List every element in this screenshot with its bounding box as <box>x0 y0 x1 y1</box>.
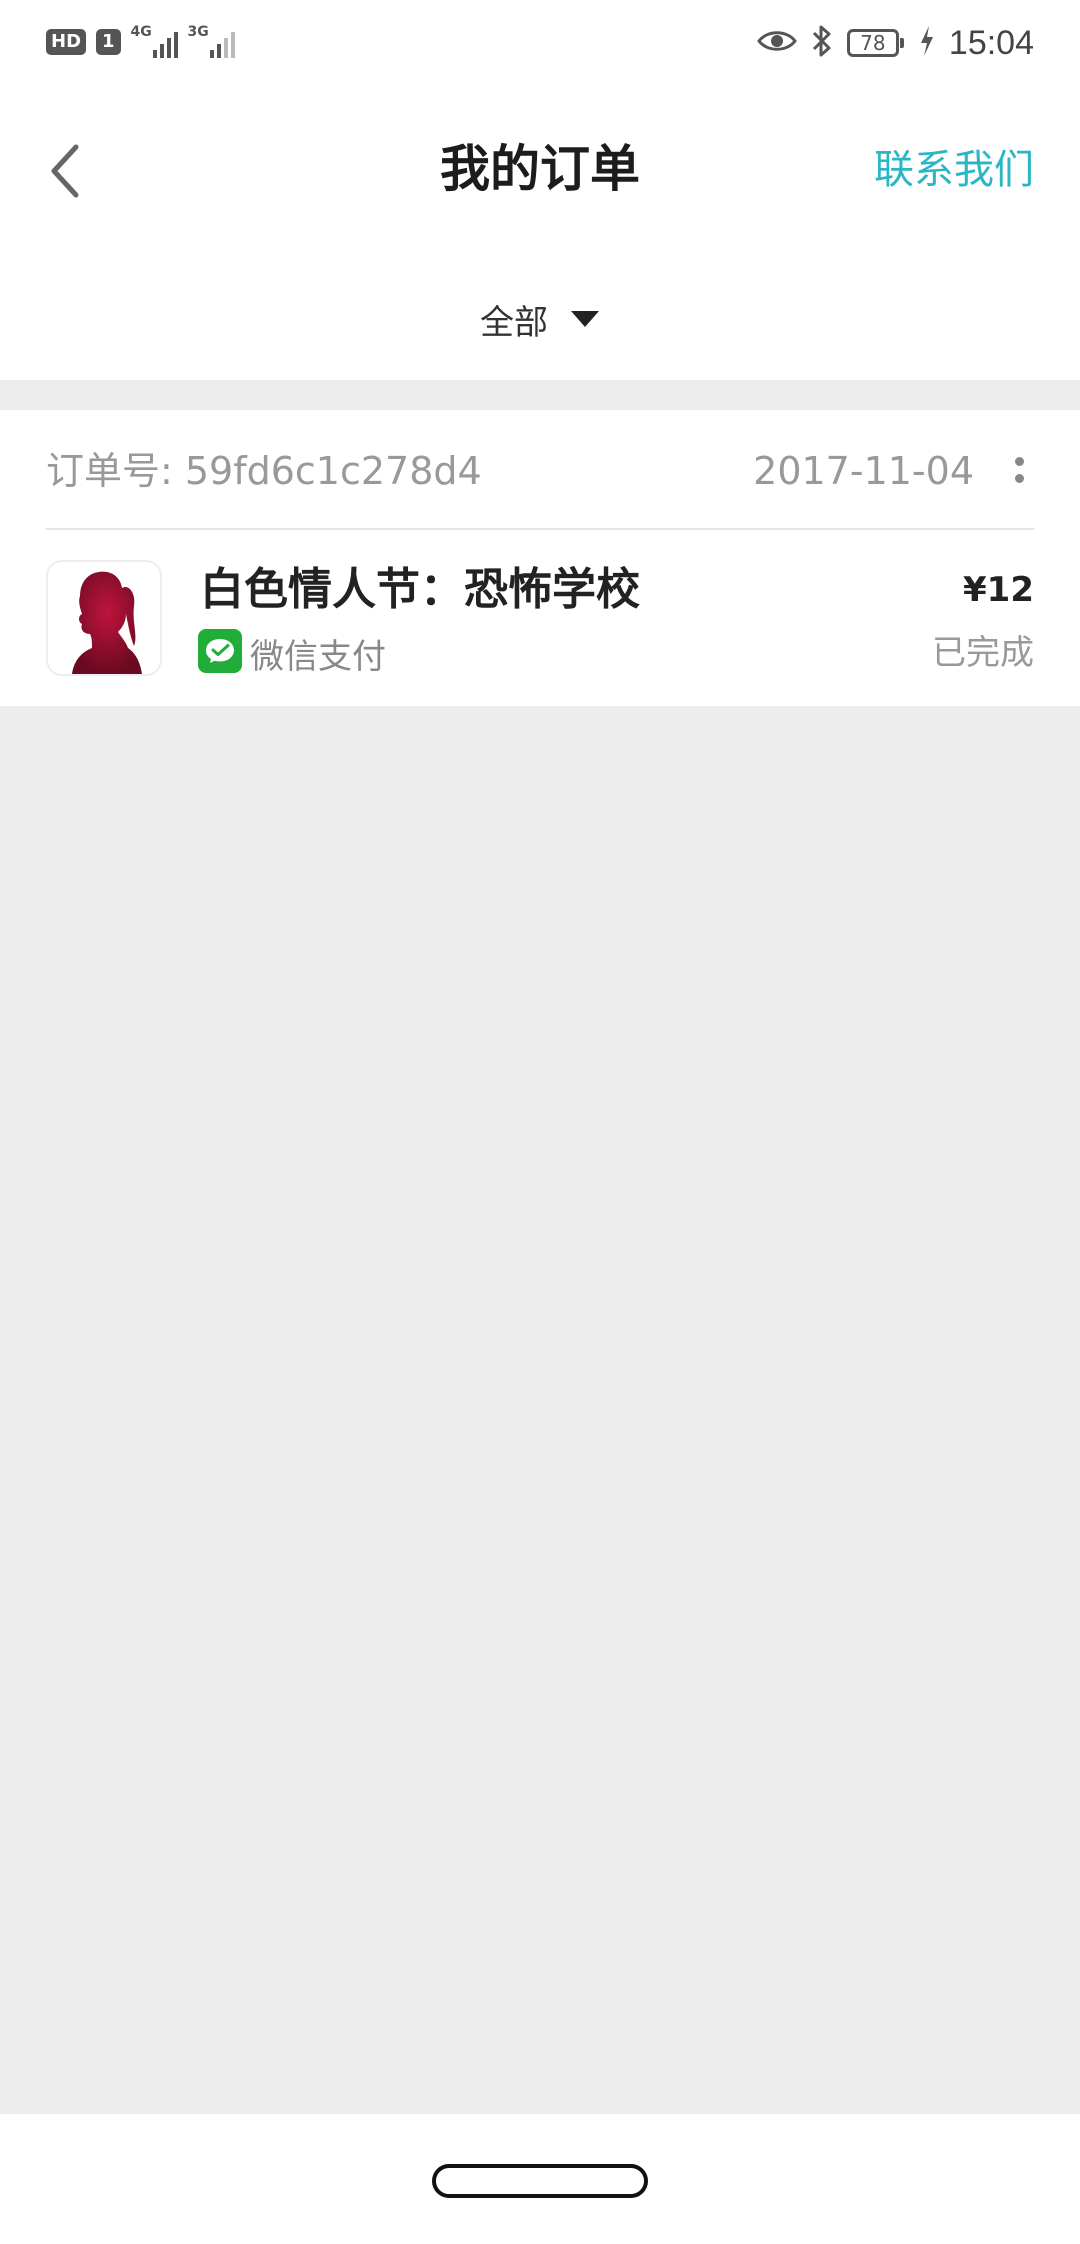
chevron-left-icon <box>51 144 79 198</box>
order-status: 已完成 <box>932 633 1034 673</box>
more-dot <box>1014 474 1024 483</box>
signal-bars-icon <box>152 28 178 58</box>
bluetooth-icon <box>811 24 833 62</box>
order-price: ¥12 <box>963 570 1034 610</box>
signal-3g: 3G <box>187 24 235 58</box>
caret-down-icon <box>571 311 599 327</box>
battery-icon: 78 <box>846 29 904 57</box>
gesture-navigation-bar <box>0 2114 1080 2244</box>
more-options-button[interactable] <box>1004 448 1034 492</box>
payment-method: 微信支付 <box>198 629 386 677</box>
filter-bar: 全部 <box>0 254 1080 380</box>
contact-us-link[interactable]: 联系我们 <box>874 142 1034 198</box>
girl-silhouette-icon <box>46 560 162 676</box>
wechat-pay-icon <box>198 629 242 677</box>
status-right: 78 15:04 <box>757 20 1034 66</box>
back-button[interactable] <box>40 136 90 206</box>
network-type-label: 4G <box>130 24 152 40</box>
home-indicator[interactable] <box>432 2164 648 2198</box>
product-name: 白色情人节：恐怖学校 <box>200 564 640 615</box>
signal-4g: 4G <box>130 24 178 58</box>
order-card[interactable]: 订单号: 59fd6c1c278d4 2017-11-04 白色情人节：恐怖学校 <box>0 410 1080 706</box>
order-date: 2017-11-04 <box>753 449 974 493</box>
network-type-label: 3G <box>187 24 209 40</box>
status-time: 15:04 <box>948 23 1034 62</box>
order-filter-dropdown[interactable]: 全部 <box>480 294 600 344</box>
hd-badge: HD <box>46 29 87 55</box>
payment-method-label: 微信支付 <box>250 636 386 677</box>
charging-icon <box>919 25 935 61</box>
order-meta-row: 订单号: 59fd6c1c278d4 2017-11-04 <box>46 410 1034 530</box>
sim-badge: 1 <box>96 29 121 55</box>
status-bar: HD 1 4G 3G 78 15:04 <box>0 0 1080 86</box>
filter-selected-label: 全部 <box>480 302 548 343</box>
signal-bars-icon <box>209 28 235 58</box>
app-header: 我的订单 联系我们 <box>0 86 1080 254</box>
more-dot <box>1014 457 1024 466</box>
status-left: HD 1 4G 3G <box>46 24 235 60</box>
order-number: 订单号: 59fd6c1c278d4 <box>46 449 482 493</box>
eye-icon <box>757 28 797 58</box>
order-item[interactable]: 白色情人节：恐怖学校 微信支付 ¥12 已完成 <box>46 560 1034 680</box>
